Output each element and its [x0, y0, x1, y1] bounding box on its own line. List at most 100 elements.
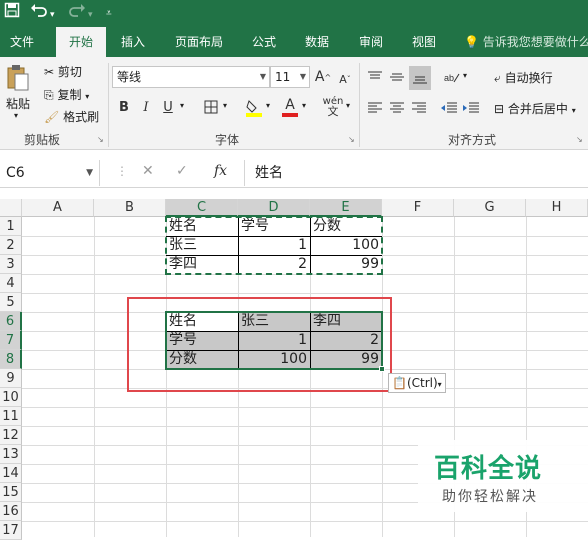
merge-center-button[interactable]: ⊟ 合并后居中 ▾ [494, 100, 576, 117]
italic-button[interactable]: I [138, 97, 154, 117]
underline-dropdown-icon[interactable]: ▾ [180, 101, 184, 110]
shrink-font-icon[interactable]: Aˇ [336, 69, 354, 89]
format-painter-button[interactable]: 🖌 格式刷 [44, 108, 99, 125]
font-size-combo[interactable]: 11 ▼ [270, 66, 310, 88]
align-center-icon[interactable] [388, 98, 406, 118]
tell-me-text: 告诉我您想要做什么 [482, 35, 588, 49]
row-header-13[interactable]: 13 [0, 445, 22, 464]
name-box[interactable]: C6 ▼ [0, 160, 100, 186]
row-header-10[interactable]: 10 [0, 388, 22, 407]
copy-marquee [381, 216, 383, 275]
insert-function-button[interactable]: fx [214, 163, 227, 179]
orientation-dropdown-icon[interactable]: ▾ [463, 71, 467, 80]
table-cell[interactable]: 1 [238, 236, 310, 255]
table-cell[interactable]: 99 [310, 255, 382, 274]
paste-button[interactable]: 粘贴 [6, 95, 30, 112]
paste-icon[interactable] [4, 63, 32, 93]
row-header-6[interactable]: 6 [0, 312, 22, 331]
col-header-a[interactable]: A [22, 199, 94, 217]
col-header-b[interactable]: B [94, 199, 166, 217]
table-cell[interactable]: 2 [238, 255, 310, 274]
tab-formulas[interactable]: 公式 [248, 27, 280, 57]
row-header-1[interactable]: 1 [0, 217, 22, 236]
fill-color-icon[interactable] [244, 95, 264, 119]
tab-page-layout[interactable]: 页面布局 [171, 27, 227, 57]
select-all-corner[interactable] [0, 199, 22, 217]
decrease-indent-icon[interactable] [440, 98, 458, 118]
formula-input[interactable]: 姓名 [244, 160, 588, 186]
align-left-icon[interactable] [366, 98, 384, 118]
col-header-f[interactable]: F [382, 199, 454, 217]
copy-dropdown-icon[interactable]: ▾ [85, 92, 89, 101]
tab-view[interactable]: 视图 [408, 27, 440, 57]
col-header-e[interactable]: E [310, 199, 382, 217]
save-icon[interactable] [4, 2, 20, 24]
increase-indent-icon[interactable] [462, 98, 480, 118]
align-bottom-icon[interactable] [409, 66, 431, 90]
font-name-combo[interactable]: 等线 ▼ [112, 66, 270, 88]
underline-button[interactable]: U [160, 97, 176, 117]
col-header-d[interactable]: D [238, 199, 310, 217]
tab-file[interactable]: 文件 [6, 27, 38, 57]
tab-insert[interactable]: 插入 [117, 27, 149, 57]
row-header-16[interactable]: 16 [0, 502, 22, 521]
orientation-icon[interactable]: ab [442, 67, 462, 87]
row-header-2[interactable]: 2 [0, 236, 22, 255]
col-header-c[interactable]: C [166, 199, 238, 217]
tab-review[interactable]: 审阅 [355, 27, 387, 57]
alignment-launcher-icon[interactable]: ↘ [576, 135, 583, 144]
clipboard-launcher-icon[interactable]: ↘ [97, 135, 104, 144]
grow-font-icon[interactable]: A ^ [314, 67, 332, 87]
wrap-text-button[interactable]: ⤶ 自动换行 [494, 69, 553, 86]
row-header-3[interactable]: 3 [0, 255, 22, 274]
align-right-icon[interactable] [410, 98, 428, 118]
phonetic-dropdown-icon[interactable]: ▾ [346, 101, 350, 110]
customize-icon[interactable]: ⩡ [106, 3, 112, 25]
font-color-icon[interactable]: A [280, 95, 300, 119]
phonetic-guide-icon[interactable]: wén 文 [322, 95, 344, 119]
table-cell[interactable]: 学号 [238, 217, 310, 236]
table-cell[interactable]: 张三 [166, 236, 238, 255]
redo-icon[interactable] [68, 2, 86, 24]
tab-home[interactable]: 开始 [56, 27, 106, 57]
table-cell[interactable]: 分数 [310, 217, 382, 236]
tell-me-box[interactable]: 💡 告诉我您想要做什么 [464, 27, 588, 57]
col-header-g[interactable]: G [454, 199, 526, 217]
borders-dropdown-icon[interactable]: ▾ [223, 101, 227, 110]
fill-color-dropdown-icon[interactable]: ▾ [266, 101, 270, 110]
align-middle-icon[interactable] [388, 67, 406, 87]
row-header-11[interactable]: 11 [0, 407, 22, 426]
row-header-14[interactable]: 14 [0, 464, 22, 483]
row-header-4[interactable]: 4 [0, 274, 22, 293]
row-header-5[interactable]: 5 [0, 293, 22, 312]
gridline [22, 407, 588, 408]
paste-options-button[interactable]: 📋(Ctrl)▾ [388, 373, 446, 393]
undo-dropdown-icon[interactable]: ▾ [50, 4, 55, 26]
undo-icon[interactable] [30, 2, 48, 24]
row-header-12[interactable]: 12 [0, 426, 22, 445]
row-header-8[interactable]: 8 [0, 350, 22, 369]
font-color-dropdown-icon[interactable]: ▾ [302, 101, 306, 110]
paste-dropdown-icon[interactable]: ▾ [14, 111, 18, 120]
align-top-icon[interactable] [366, 67, 384, 87]
redo-dropdown-icon[interactable]: ▾ [88, 4, 93, 26]
watermark-subtitle: 助你轻松解决 [442, 489, 538, 505]
row-header-7[interactable]: 7 [0, 331, 22, 350]
row-header-17[interactable]: 17 [0, 521, 22, 540]
font-launcher-icon[interactable]: ↘ [348, 135, 355, 144]
borders-icon[interactable] [202, 97, 220, 117]
row-header-9[interactable]: 9 [0, 369, 22, 388]
table-cell[interactable]: 姓名 [166, 217, 238, 236]
merge-dropdown-icon[interactable]: ▾ [572, 106, 576, 115]
copy-button[interactable]: ⎘ 复制 ▾ [44, 86, 89, 103]
cancel-icon[interactable]: ✕ [142, 163, 154, 179]
tab-data[interactable]: 数据 [301, 27, 333, 57]
enter-icon[interactable]: ✓ [176, 163, 188, 179]
col-header-h[interactable]: H [526, 199, 588, 217]
row-header-15[interactable]: 15 [0, 483, 22, 502]
drag-handle-icon[interactable]: ⋮ [116, 164, 128, 178]
table-cell[interactable]: 李四 [166, 255, 238, 274]
bold-button[interactable]: B [116, 97, 132, 117]
table-cell[interactable]: 100 [310, 236, 382, 255]
cut-button[interactable]: ✂ 剪切 [44, 63, 82, 80]
